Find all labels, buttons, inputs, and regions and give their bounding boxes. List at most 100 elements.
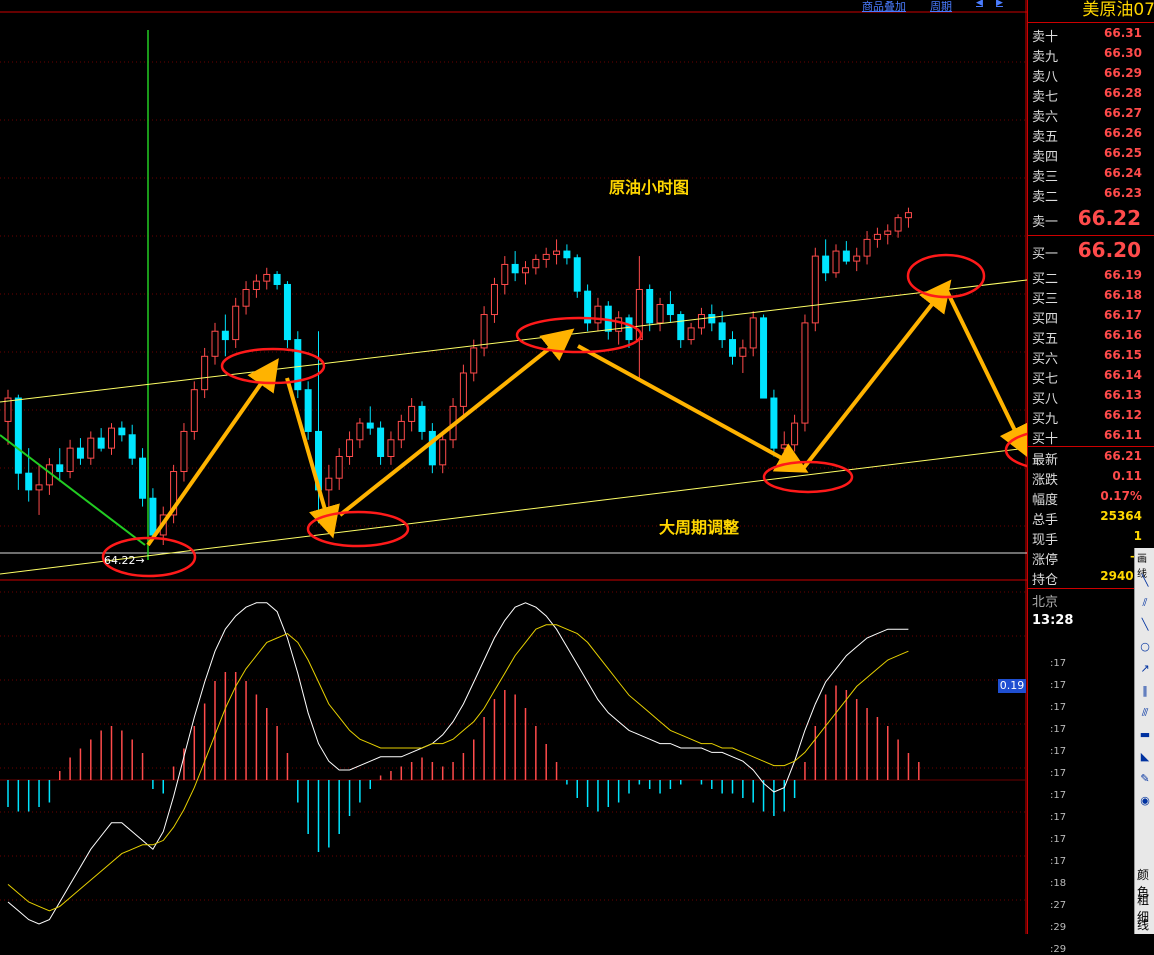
quote-value: 66.21 [1104,449,1142,463]
ray-icon[interactable]: ╲ [1138,618,1152,632]
candle-body [128,434,136,459]
candle-body [56,464,64,473]
highlight-circle-2 [306,510,410,548]
highlight-circle-4 [762,460,854,494]
period-link[interactable]: 周期 [930,0,952,14]
quote-label: 卖六 [1032,110,1059,125]
candle-body [842,250,850,262]
stat-row[interactable]: 幅度 0.17% [1028,487,1154,508]
candle-body [791,422,799,446]
bid-row[interactable]: 买八 66.13 [1028,386,1154,407]
bid-row[interactable]: 买七 66.14 [1028,366,1154,387]
quote-label: 卖十 [1032,30,1059,45]
eraser-icon[interactable]: ◣ [1138,750,1152,764]
current-time: 13:28 [1032,613,1074,628]
candle-body [252,280,260,290]
chart-subtitle-annotation: 大周期调整 [659,518,740,537]
candle-body [594,305,602,324]
bid-row[interactable]: 买三 66.18 [1028,286,1154,307]
macd-value-badge: 0.19 [998,679,1026,693]
trend-arrow-4 [800,279,952,472]
quote-label: 卖一 [1032,215,1059,230]
quote-label: 买九 [1032,412,1059,427]
tick-time: :17 [1050,790,1067,801]
candle-body [884,230,892,235]
stat-row[interactable]: 最新 66.21 [1028,447,1154,468]
candle-body [149,497,157,536]
bid-row[interactable]: 买九 66.12 [1028,406,1154,427]
quote-value: 66.30 [1104,46,1142,60]
quote-value: 66.22 [1077,206,1141,230]
ask-row[interactable]: 卖二 66.23 [1028,184,1154,205]
quote-label: 卖七 [1032,90,1059,105]
tick-time: :17 [1050,746,1067,757]
pencil-icon[interactable]: ✎ [1138,772,1152,786]
low-price-marker: 64.22→ [104,554,145,567]
quote-label: 卖二 [1032,190,1059,205]
ask-row[interactable]: 卖三 66.24 [1028,164,1154,185]
quote-separator [1028,235,1154,236]
stat-row[interactable]: 总手 25364 [1028,507,1154,528]
ruler-icon[interactable]: ▬ [1138,728,1152,742]
candle-body [490,283,498,316]
quote-label: 买八 [1032,392,1059,407]
tick-time: :17 [1050,856,1067,867]
quote-value: 66.29 [1104,66,1142,80]
stat-row[interactable]: 现手 1 [1028,527,1154,548]
ask-row[interactable]: 卖四 66.25 [1028,144,1154,165]
candle-body [894,217,902,232]
chart-area[interactable]: 商品叠加 周期 ◀ ▶ 原油小时图 大周期调整 64.22→ 0.19 [0,0,1027,934]
quote-label: 卖五 [1032,130,1059,145]
ask-row[interactable]: 卖六 66.27 [1028,104,1154,125]
tick-time: :27 [1050,900,1067,911]
ellipse-icon[interactable]: ○ [1138,640,1152,654]
quote-value: 25364 [1100,509,1142,523]
candle-body [625,317,633,341]
quote-label: 买十 [1032,432,1059,447]
quote-label: 买三 [1032,292,1059,307]
eye-icon[interactable]: ◉ [1138,794,1152,808]
candle-body [677,314,685,341]
ask-row[interactable]: 卖八 66.29 [1028,64,1154,85]
next-button[interactable]: ▶ [996,0,1003,8]
bid-row[interactable]: 买十 66.11 [1028,426,1154,447]
quote-value: 66.25 [1104,146,1142,160]
ask-1-row[interactable]: 卖一 66.22 [1028,206,1154,230]
bid-row[interactable]: 买五 66.16 [1028,326,1154,347]
stat-row[interactable]: 涨跌 0.11 [1028,467,1154,488]
vertical-lines-icon[interactable]: ‖ [1138,684,1152,698]
bid-1-row[interactable]: 买一 66.20 [1028,238,1154,262]
ask-row[interactable]: 卖十 66.31 [1028,24,1154,45]
candle-body [853,255,861,262]
city-label: 北京 [1032,595,1059,610]
tick-time: :18 [1050,878,1067,889]
line-segment-icon[interactable]: ╲ [1138,574,1152,588]
candle-body [687,327,695,341]
candle-body [822,255,830,274]
candle-body [108,427,115,449]
quote-label: 最新 [1032,453,1059,468]
candle-body [770,397,778,449]
ask-row[interactable]: 卖七 66.28 [1028,84,1154,105]
candle-body [718,322,726,341]
candle-body [832,250,840,274]
quote-label: 幅度 [1032,493,1059,508]
kline-chart[interactable] [0,0,1027,934]
candle-body [35,484,43,491]
overlay-link[interactable]: 商品叠加 [862,0,906,14]
instrument-title: 美原油07 [1028,0,1154,23]
candle-body [304,389,312,432]
bid-row[interactable]: 买四 66.17 [1028,306,1154,327]
quote-label: 买一 [1032,247,1059,262]
fan-icon[interactable]: ⫻ [1138,706,1152,720]
bid-row[interactable]: 买二 66.19 [1028,266,1154,287]
arrow-icon[interactable]: ↗ [1138,662,1152,676]
highlight-circle-1 [220,347,326,385]
tool-option-label[interactable]: 线型 [1137,916,1154,950]
bid-row[interactable]: 买六 66.15 [1028,346,1154,367]
candle-body [470,347,478,374]
ask-row[interactable]: 卖五 66.26 [1028,124,1154,145]
prev-button[interactable]: ◀ [976,0,983,8]
parallel-line-icon[interactable]: ⫽ [1138,596,1152,610]
ask-row[interactable]: 卖九 66.30 [1028,44,1154,65]
